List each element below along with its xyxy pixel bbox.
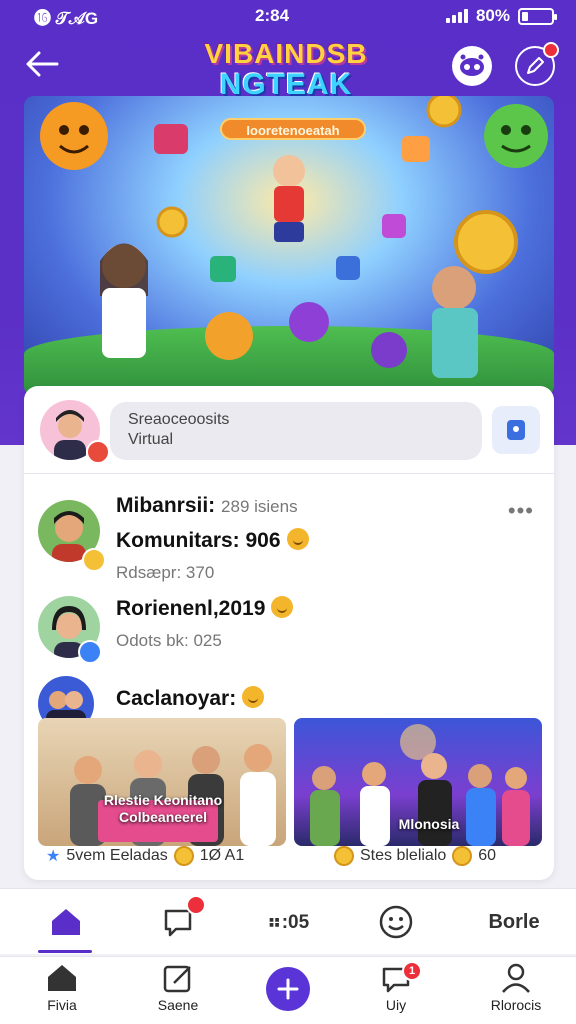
status-badge: [86, 440, 110, 464]
feed-item-text: Rorienenl,2019 Odots bk: 025: [116, 596, 294, 651]
feed-title: Caclanoyar:: [116, 687, 237, 710]
bottom-nav: Fivia Saene 1 Uiy Rlorocis: [0, 956, 576, 1024]
status-left: ⓰ 𝒯𝒜G: [34, 8, 99, 28]
signal-icon: [445, 9, 468, 23]
emoji-icon: [286, 528, 309, 550]
thumbnail-image: [70, 744, 276, 846]
thumbnail-meta-text: Stes blelialo: [360, 847, 447, 864]
compose-button[interactable]: [515, 42, 559, 86]
feed-title: Rorienenl,2019: [116, 597, 266, 620]
thumbnail-label-line1: Rlestie Keonitano: [103, 792, 223, 808]
feed-line2: Komunitars: 906: [116, 529, 281, 552]
tab-home[interactable]: [34, 889, 98, 955]
hero-banner[interactable]: Iooretenoeatah: [24, 96, 554, 396]
hero-illustration: [40, 96, 548, 378]
attach-button[interactable]: [492, 406, 540, 454]
thumbnail-2[interactable]: Mlonosia: [294, 718, 542, 846]
nav-item-profile[interactable]: Rlorocis: [476, 963, 556, 1023]
feed-item-title: Mibanrsii: 289 isiens: [116, 494, 309, 518]
pencil-icon: [527, 57, 544, 74]
feed-item[interactable]: Rorienenl,2019 Odots bk: 025: [38, 596, 538, 666]
thumbnail-meta-count: 60: [478, 847, 497, 864]
status-time: 2:84: [255, 6, 290, 25]
coin-icon: [334, 846, 354, 866]
feed-item-text: Caclanoyar:: [116, 686, 265, 711]
thumbnail-1[interactable]: Rlestie Keonitano Colbeaneerel: [38, 718, 286, 846]
chat-badge: [186, 895, 206, 915]
arrow-left-icon: [26, 51, 59, 77]
top-nav: VIBAINDSB NGTEAK: [0, 36, 576, 100]
media-thumbnails: Rlestie Keonitano Colbeaneerel Mlonosia: [38, 718, 542, 846]
thumbnail-2-meta: Stes blelialo 60: [334, 846, 496, 866]
nav-item-messages[interactable]: 1 Uiy: [356, 961, 436, 1023]
edit-square-icon: [163, 965, 191, 993]
tab-more[interactable]: Borle: [474, 889, 554, 955]
bot-button[interactable]: [452, 46, 492, 86]
emoji-icon: [271, 596, 294, 618]
home-icon: [52, 909, 80, 935]
star-icon: ★: [46, 848, 61, 865]
smiley-icon: [379, 905, 413, 939]
feed-title-count: 289 isiens: [221, 497, 298, 516]
status-icons: 80%: [445, 6, 557, 26]
coin-icon: [452, 846, 473, 866]
feed-item-line2: Komunitars: 906: [116, 528, 309, 553]
emoji-icon: [242, 686, 265, 708]
more-options-icon[interactable]: •••: [508, 498, 534, 524]
user-icon: [502, 963, 530, 993]
logo-line1: VIBAINDSB: [204, 38, 368, 69]
feed-item-sub: Rdsæpr: 370: [116, 563, 215, 582]
tab-emoji[interactable]: [364, 889, 428, 955]
post-input-line1: Sreaoceoosits: [128, 411, 230, 428]
battery-percent: 80%: [475, 6, 510, 25]
active-tab-indicator: [38, 950, 92, 953]
feed-item-title: Caclanoyar:: [116, 686, 265, 711]
thumbnail-label: Rlestie Keonitano Colbeaneerel: [78, 792, 248, 826]
plus-icon: [277, 978, 299, 1000]
nav-item-create[interactable]: Saene: [138, 963, 218, 1023]
battery-icon: [518, 7, 557, 25]
thumbnail-meta-text: 5vem Eeladas: [66, 847, 168, 864]
nav-item-home[interactable]: Fivia: [22, 963, 102, 1023]
post-input-line2: Virtual: [128, 431, 174, 448]
app-logo: VIBAINDSB NGTEAK: [196, 40, 376, 100]
feed-item-text: Mibanrsii: 289 isiens Komunitars: 906 Rd…: [116, 494, 309, 583]
coin-badge: [82, 548, 106, 572]
feed-item-title: Rorienenl,2019: [116, 596, 294, 621]
thumbnail-label: Mlonosia: [398, 816, 460, 832]
post-input[interactable]: Sreaoceoosits Virtual: [110, 402, 482, 460]
back-button[interactable]: [22, 44, 62, 84]
coin-icon: [173, 846, 194, 866]
thumbnail-1-meta: ★ 5vem Eeladas 1Ø A1: [46, 846, 244, 866]
feed-item-sub: Odots bk: 025: [116, 631, 222, 650]
tab-chat[interactable]: [146, 889, 210, 955]
add-button[interactable]: [266, 967, 310, 1011]
tab-time[interactable]: ⠶:05: [248, 889, 328, 955]
status-bar: ⓰ 𝒯𝒜G 2:84 80%: [0, 0, 576, 32]
feed-item[interactable]: Caclanoyar:: [38, 676, 538, 732]
feed-card: Sreaoceoosits Virtual Mibanrsii: 289 isi…: [24, 386, 554, 880]
notification-dot: [543, 42, 559, 58]
nav-label-create: Saene: [157, 997, 199, 1013]
composer: Sreaoceoosits Virtual: [24, 386, 554, 474]
feed-item[interactable]: Mibanrsii: 289 isiens Komunitars: 906 Rd…: [38, 494, 538, 582]
thumbnail-meta-count: 1Ø A1: [199, 847, 245, 864]
content-tabs: ⠶:05 Borle: [0, 888, 576, 954]
messages-badge: 1: [402, 961, 422, 981]
robot-icon: [460, 54, 484, 76]
bookmark-icon: [507, 420, 525, 440]
feed-title: Mibanrsii:: [116, 494, 216, 517]
nav-label-profile: Rlorocis: [490, 997, 542, 1013]
house-icon: [48, 965, 76, 991]
nav-label-messages: Uiy: [385, 997, 407, 1013]
nav-label-home: Fivia: [47, 997, 77, 1013]
verified-badge: [78, 640, 102, 664]
thumbnail-label-line2: Colbeaneerel: [119, 809, 207, 825]
